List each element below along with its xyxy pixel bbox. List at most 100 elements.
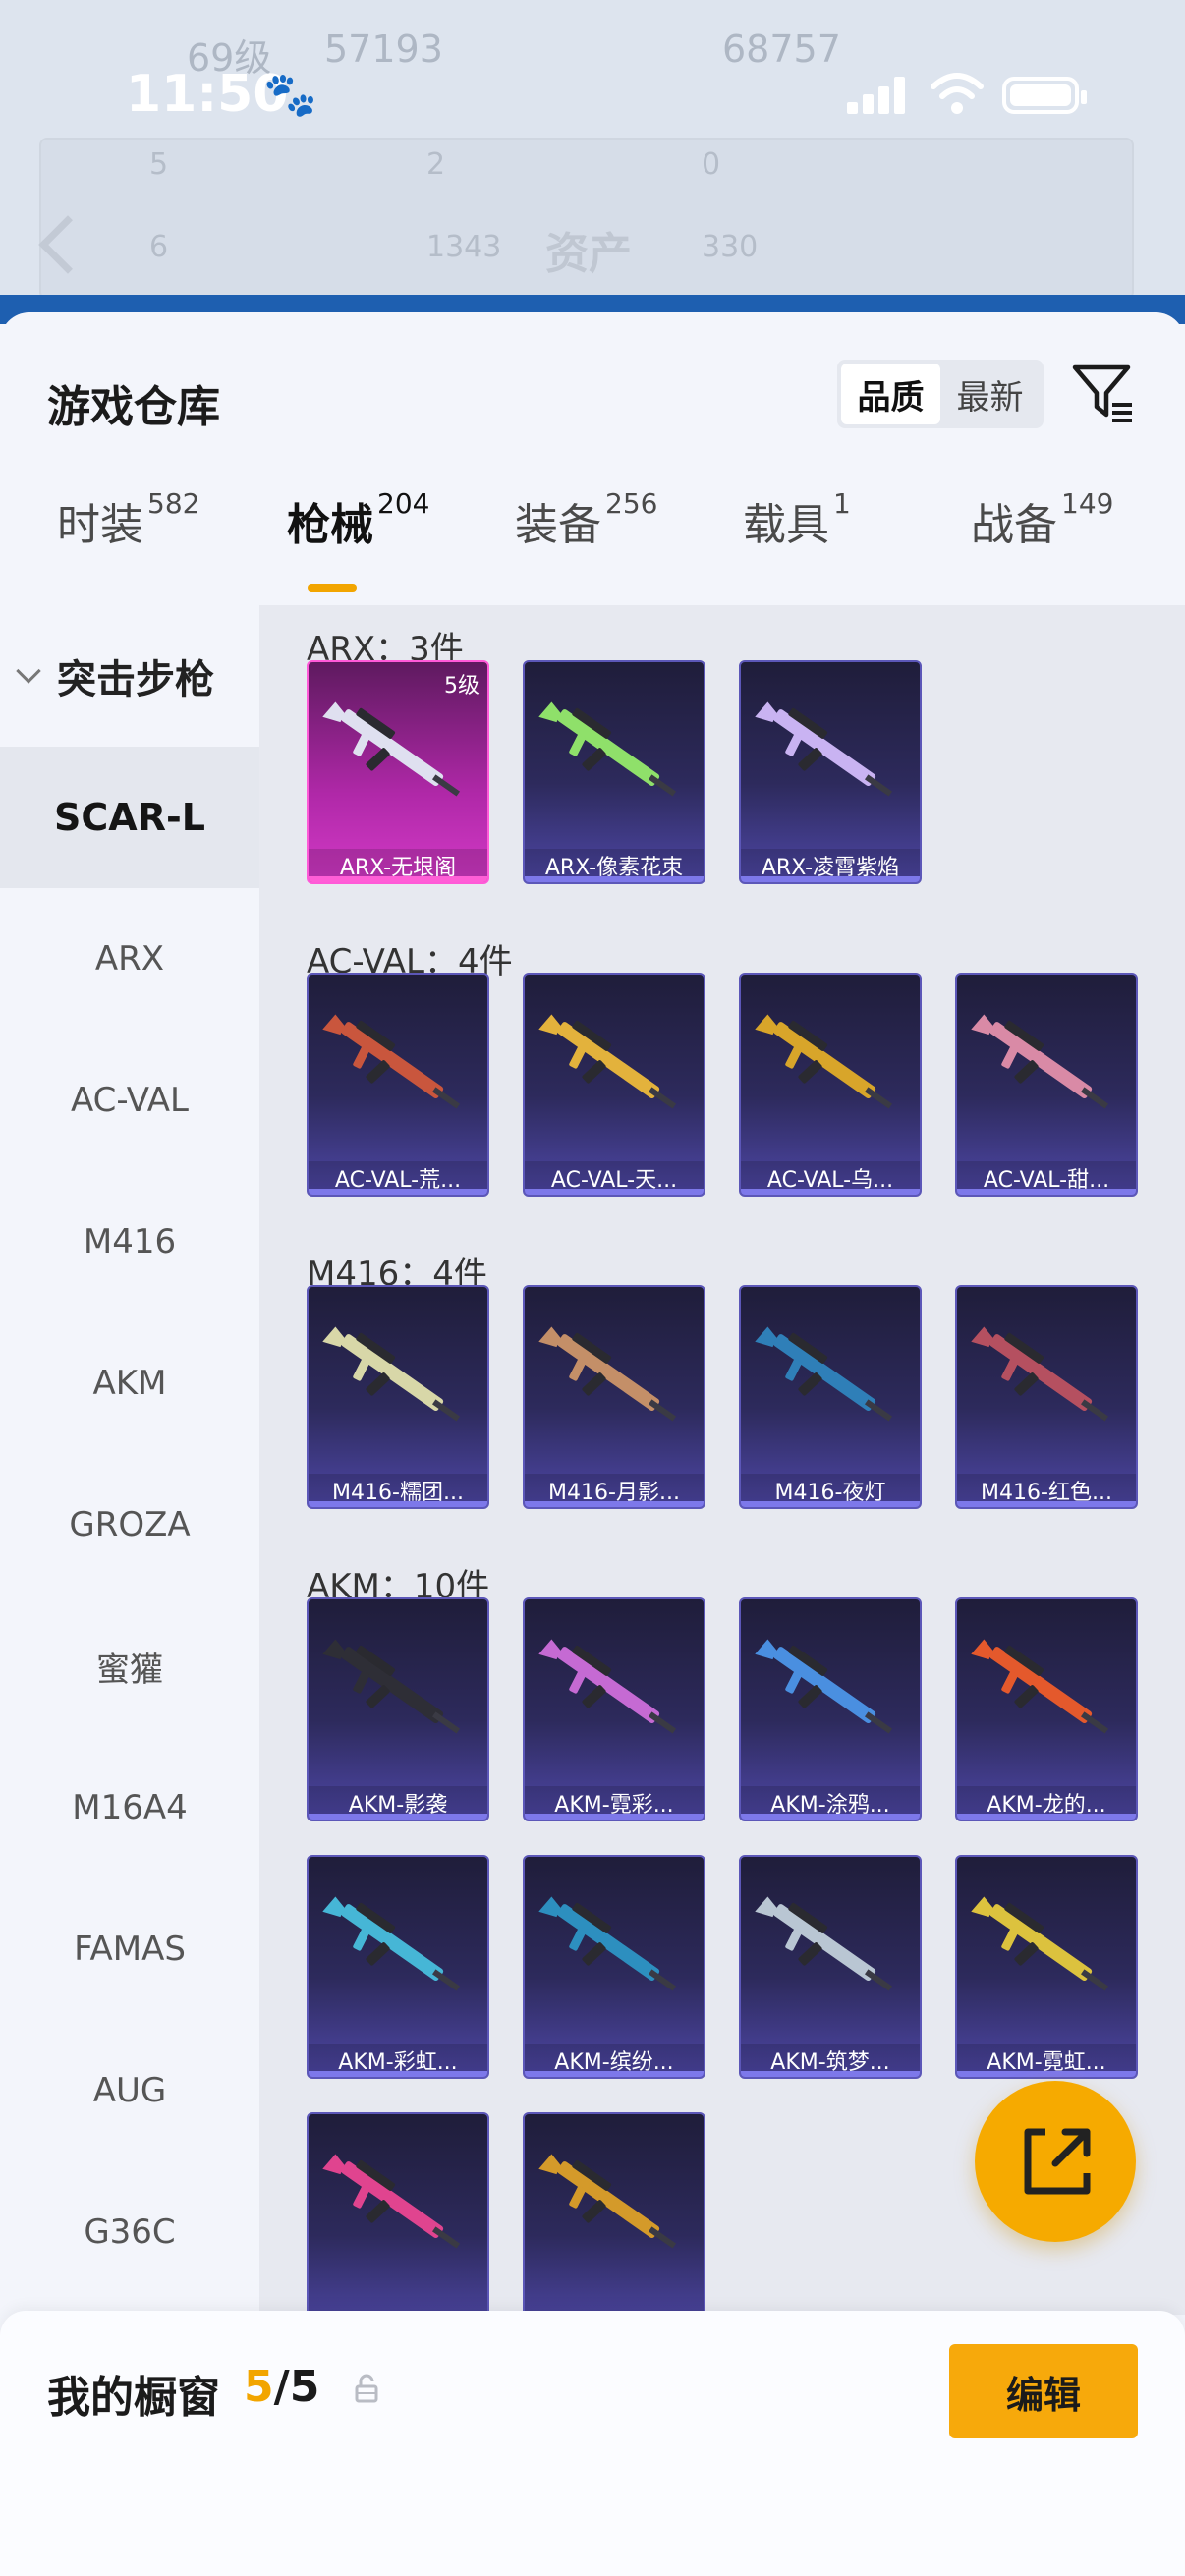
sidebar-category[interactable]: 突击步枪 [0, 605, 259, 747]
signal-icon [847, 77, 906, 114]
rifle-icon [322, 1639, 461, 1734]
rifle-icon [971, 1896, 1109, 1991]
skin-card[interactable]: AC-VAL-乌... [739, 973, 922, 1197]
rarity-bar [957, 1501, 1136, 1507]
skin-card[interactable]: AKM-霓彩... [523, 1597, 705, 1821]
tab-supplies[interactable]: 战备 149 [971, 487, 1113, 552]
tab-fashion[interactable]: 时装 582 [57, 487, 199, 552]
rifle-icon [322, 1014, 461, 1109]
status-bar: 11:50 🐾 [0, 0, 1185, 196]
rifle-icon [971, 1639, 1109, 1734]
sidebar-item[interactable]: AC-VAL [0, 1030, 259, 1171]
active-tab-indicator [308, 584, 357, 592]
sidebar-item[interactable]: GROZA [0, 1454, 259, 1596]
rifle-icon [755, 1639, 893, 1734]
showcase-bar: 我的橱窗 5/5 编辑 [0, 2311, 1185, 2576]
tab-vehicles[interactable]: 载具 1 [743, 487, 851, 552]
skin-card[interactable]: M416-红色... [955, 1285, 1138, 1509]
sidebar-item[interactable]: ARX [0, 888, 259, 1030]
rifle-icon [538, 1896, 677, 1991]
asset-stat: 1343 [426, 230, 502, 264]
asset-title: 资产 [545, 229, 632, 279]
filter-icon[interactable] [1071, 362, 1136, 426]
sidebar-item[interactable]: AUG [0, 2020, 259, 2161]
rarity-bar [309, 1814, 487, 1820]
skin-card[interactable]: AKM-彩虹... [307, 1855, 489, 2079]
rifle-icon [322, 2154, 461, 2249]
sidebar-item[interactable]: SCAR-L [0, 747, 259, 888]
rarity-bar [957, 2071, 1136, 2077]
rifle-icon [322, 1326, 461, 1422]
skin-card[interactable]: 5级 ARX-无垠阁 [307, 660, 489, 884]
skin-card[interactable]: AKM-涂鸦... [739, 1597, 922, 1821]
rifle-icon [755, 701, 893, 797]
level-badge: 5级 [444, 674, 480, 699]
weapon-sidebar: 突击步枪 SCAR-L ARX AC-VAL M416 AKM GROZA 蜜獾… [0, 605, 259, 2315]
skin-card[interactable] [523, 2112, 705, 2315]
rarity-bar [309, 2071, 487, 2077]
rarity-bar [741, 1814, 920, 1820]
skin-card[interactable]: AKM-霓虹... [955, 1855, 1138, 2079]
rifle-icon [538, 1326, 677, 1422]
sort-latest-button[interactable]: 最新 [940, 364, 1040, 424]
paw-icon: 🐾 [263, 70, 317, 120]
edit-button[interactable]: 编辑 [949, 2344, 1138, 2438]
rifle-icon [755, 1014, 893, 1109]
sort-quality-button[interactable]: 品质 [841, 364, 940, 424]
rarity-bar [525, 2071, 704, 2077]
sort-toggle: 品质 最新 [837, 360, 1044, 428]
skin-card[interactable]: AKM-筑梦... [739, 1855, 922, 2079]
sheet-title: 游戏仓库 [47, 382, 220, 432]
rifle-icon [538, 701, 677, 797]
rifle-icon [538, 1639, 677, 1734]
skin-card[interactable]: AKM-影袭 [307, 1597, 489, 1821]
skin-card[interactable]: AKM-龙的... [955, 1597, 1138, 1821]
rifle-icon [538, 1014, 677, 1109]
skin-card[interactable]: AC-VAL-甜... [955, 973, 1138, 1197]
asset-stat: 6 [149, 230, 169, 264]
sidebar-item[interactable]: 蜜獾 [0, 1596, 259, 1737]
skin-card[interactable]: M416-夜灯 [739, 1285, 922, 1509]
rarity-bar [957, 1814, 1136, 1820]
tab-equipment[interactable]: 装备 256 [515, 487, 657, 552]
category-tabs: 时装 582 枪械 204 装备 256 载具 1 战备 149 [0, 487, 1185, 605]
rarity-bar [525, 1814, 704, 1820]
lock-icon [355, 2374, 378, 2403]
rarity-bar [525, 1501, 704, 1507]
skin-card[interactable]: AC-VAL-荒... [307, 973, 489, 1197]
sidebar-item[interactable]: G36C [0, 2161, 259, 2303]
sidebar-item[interactable]: FAMAS [0, 1878, 259, 2020]
sidebar-item[interactable]: AKM [0, 1313, 259, 1454]
share-button[interactable] [975, 2081, 1136, 2242]
chevron-down-icon [16, 658, 41, 684]
rarity-bar [525, 1189, 704, 1195]
battery-icon [1002, 77, 1087, 114]
rifle-icon [322, 1896, 461, 1991]
skin-card[interactable] [307, 2112, 489, 2315]
rarity-bar [525, 876, 704, 882]
skin-card[interactable]: AC-VAL-天... [523, 973, 705, 1197]
rarity-bar [741, 1189, 920, 1195]
wifi-icon [931, 73, 984, 114]
share-icon [1024, 2128, 1091, 2195]
rarity-bar [309, 876, 487, 882]
sidebar-item[interactable]: M416 [0, 1171, 259, 1313]
skin-card[interactable]: ARX-凌霄紫焰 [739, 660, 922, 884]
rarity-bar [957, 1189, 1136, 1195]
rifle-icon [755, 1896, 893, 1991]
sidebar-item[interactable]: M16A4 [0, 1737, 259, 1878]
rifle-icon [322, 701, 461, 797]
item-grid: ARX：3件 5级 ARX-无垠阁 ARX-像素花束 ARX-凌霄紫焰 AC-VAL：4件… [259, 605, 1185, 2315]
rifle-icon [538, 2154, 677, 2249]
warehouse-sheet: 游戏仓库 品质 最新 时装 582 枪械 204 装备 256 载具 1 战备 149 突… [0, 312, 1185, 2576]
skin-card[interactable]: AKM-缤纷... [523, 1855, 705, 2079]
rarity-bar [309, 1189, 487, 1195]
skin-card[interactable]: M416-糯团... [307, 1285, 489, 1509]
rarity-bar [741, 876, 920, 882]
skin-card[interactable]: ARX-像素花束 [523, 660, 705, 884]
rarity-bar [309, 1501, 487, 1507]
asset-stat: 330 [702, 230, 759, 264]
skin-card[interactable]: M416-月影... [523, 1285, 705, 1509]
rifle-icon [971, 1326, 1109, 1422]
tab-guns[interactable]: 枪械 204 [287, 487, 429, 552]
